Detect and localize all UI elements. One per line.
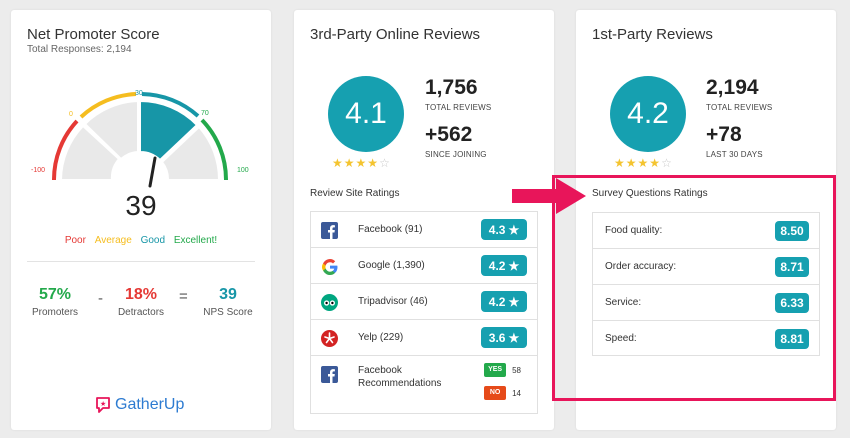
- gatherup-logo-icon: ★: [96, 397, 110, 413]
- gauge-tick-100: 100: [237, 167, 249, 174]
- review-site-rating-badge: 4.2 ★: [481, 291, 527, 312]
- first-party-stars: ★★★★☆: [614, 156, 673, 170]
- nps-total-responses: Total Responses: 2,194: [27, 44, 132, 55]
- review-site-table: Facebook (91) 4.3 ★ Google (1,390) 4.2 ★ T…: [310, 211, 538, 414]
- star-icon: ★: [367, 156, 380, 170]
- gauge-legend: Poor Average Good Excellent!: [11, 235, 271, 246]
- third-party-rating-circle: 4.1: [328, 76, 404, 152]
- gauge-tick-30: 30: [135, 90, 143, 97]
- first-party-total-reviews-label: TOTAL REVIEWS: [706, 103, 773, 112]
- star-icon: ★: [508, 222, 520, 237]
- star-empty-icon: ☆: [661, 156, 673, 170]
- yes-badge: YES: [484, 363, 507, 377]
- star-icon: ★: [614, 156, 626, 170]
- star-icon: ★: [625, 156, 638, 170]
- nps-score-label: NPS Score: [203, 307, 253, 318]
- equals-sign: =: [179, 288, 188, 305]
- star-icon: ★: [508, 258, 520, 273]
- first-party-rating-circle: 4.2: [610, 76, 686, 152]
- nps-card: Net Promoter Score Total Responses: 2,19…: [11, 10, 271, 430]
- legend-excellent: Excellent!: [173, 235, 218, 246]
- gatherup-logo-text: GatherUp: [115, 396, 185, 413]
- promoters-stat: 57% Promoters: [27, 286, 83, 318]
- nps-divider: [27, 261, 255, 262]
- recommendations-no: NO 14: [484, 386, 521, 400]
- third-party-title: 3rd-Party Online Reviews: [310, 26, 481, 43]
- star-icon: ★: [637, 156, 650, 170]
- first-party-last-30-days-label: LAST 30 DAYS: [706, 150, 763, 159]
- first-party-last-30-days: +78: [706, 123, 742, 146]
- nps-score-stat: 39 NPS Score: [197, 286, 259, 318]
- svg-text:★: ★: [100, 400, 106, 408]
- third-party-since-joining-label: SINCE JOINING: [425, 150, 487, 159]
- recommendations-name-line2: Recommendations: [358, 378, 442, 389]
- minus-sign: -: [98, 290, 103, 307]
- first-party-total-reviews: 2,194: [706, 76, 759, 99]
- tripadvisor-icon: [321, 294, 338, 311]
- legend-average: Average: [94, 235, 132, 246]
- third-party-stars: ★★★★☆: [332, 156, 391, 170]
- yes-count: 58: [512, 365, 521, 375]
- third-party-total-reviews: 1,756: [425, 76, 478, 99]
- star-icon: ★: [649, 156, 662, 170]
- gatherup-logo[interactable]: ★ GatherUp: [95, 396, 184, 414]
- arrow-right-icon: [512, 178, 586, 214]
- review-site-name: Facebook (91): [358, 224, 423, 235]
- promoters-label: Promoters: [31, 307, 79, 318]
- review-site-row[interactable]: Yelp (229) 3.6 ★: [311, 320, 537, 356]
- review-site-row-recommendations[interactable]: Facebook Recommendations YES 58 NO 14: [311, 356, 537, 414]
- recommendations-name-line1: Facebook: [358, 365, 402, 376]
- star-icon: ★: [332, 156, 344, 170]
- star-icon: ★: [508, 294, 520, 309]
- review-site-rating-badge: 4.2 ★: [481, 255, 527, 276]
- gauge-tick-0: 0: [69, 111, 73, 118]
- no-count: 14: [512, 388, 521, 398]
- survey-highlight-box: [552, 175, 836, 401]
- rating-value: 3.6: [488, 330, 506, 345]
- no-badge: NO: [484, 386, 507, 400]
- third-party-since-joining: +562: [425, 123, 473, 146]
- review-site-row[interactable]: Facebook (91) 4.3 ★: [311, 212, 537, 248]
- facebook-icon: [321, 366, 338, 383]
- rating-value: 4.3: [488, 222, 506, 237]
- recommendations-name: Facebook Recommendations: [358, 364, 441, 390]
- legend-good: Good: [140, 235, 166, 246]
- gauge-tick-neg100: -100: [31, 167, 45, 174]
- detractors-stat: 18% Detractors: [113, 286, 169, 318]
- facebook-icon: [321, 222, 338, 239]
- review-site-name: Google (1,390): [358, 260, 425, 271]
- review-site-ratings-title: Review Site Ratings: [310, 188, 400, 199]
- review-site-rating-badge: 3.6 ★: [481, 327, 527, 348]
- gauge-needle: [148, 156, 157, 188]
- third-party-reviews-card: 3rd-Party Online Reviews 4.1 ★★★★☆ 1,756…: [294, 10, 554, 430]
- nps-gauge-score: 39: [125, 190, 157, 221]
- promoters-value: 57%: [38, 286, 72, 303]
- yelp-icon: [321, 330, 338, 347]
- rating-value: 4.2: [488, 258, 506, 273]
- rating-value: 4.2: [488, 294, 506, 309]
- review-site-name: Yelp (229): [358, 332, 404, 343]
- review-site-name: Tripadvisor (46): [358, 296, 428, 307]
- review-site-row[interactable]: Tripadvisor (46) 4.2 ★: [311, 284, 537, 320]
- star-icon: ★: [343, 156, 356, 170]
- nps-title: Net Promoter Score: [27, 26, 160, 43]
- recommendations-yes: YES 58: [484, 363, 521, 377]
- gauge-tick-70: 70: [201, 110, 209, 117]
- star-icon: ★: [508, 330, 520, 345]
- third-party-total-reviews-label: TOTAL REVIEWS: [425, 103, 492, 112]
- legend-poor: Poor: [64, 235, 86, 246]
- review-site-row[interactable]: Google (1,390) 4.2 ★: [311, 248, 537, 284]
- nps-score-value: 39: [219, 286, 237, 303]
- detractors-value: 18%: [124, 286, 158, 303]
- star-icon: ★: [355, 156, 368, 170]
- first-party-title: 1st-Party Reviews: [592, 26, 713, 43]
- detractors-label: Detractors: [117, 307, 165, 318]
- star-empty-icon: ☆: [379, 156, 391, 170]
- review-site-rating-badge: 4.3 ★: [481, 219, 527, 240]
- google-icon: [321, 258, 338, 275]
